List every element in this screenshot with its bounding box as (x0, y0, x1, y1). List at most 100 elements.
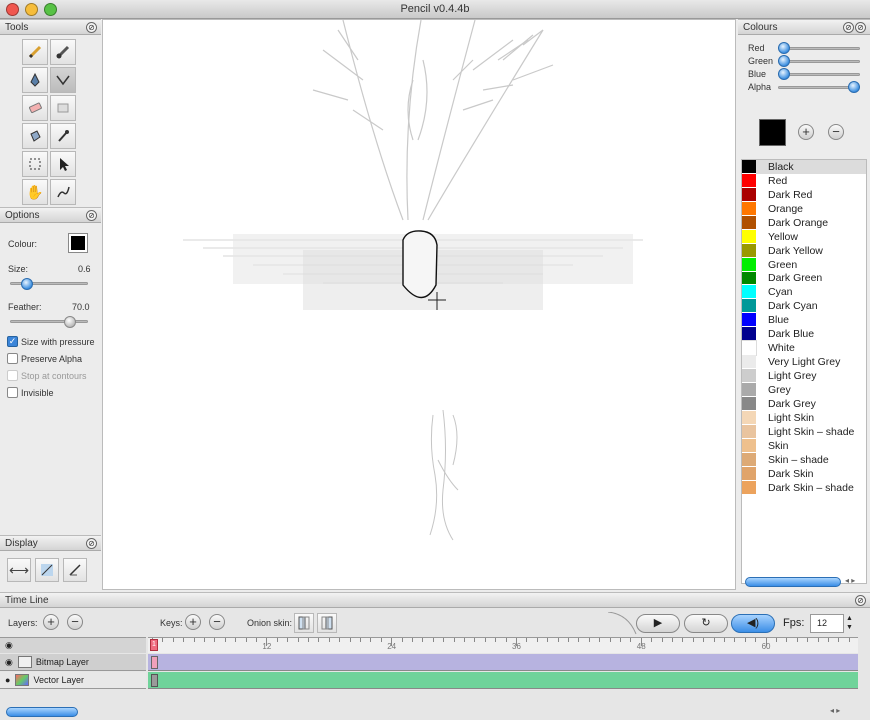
colour-swatch-button[interactable] (68, 233, 88, 253)
colour-list-item[interactable]: White (742, 340, 866, 357)
colour-slider-knob[interactable] (778, 42, 790, 54)
frame-ruler[interactable]: 12 24 36 48 60 (148, 637, 858, 653)
remove-layer-button[interactable]: − (67, 614, 83, 630)
colour-list-item[interactable]: Dark Skin – shade (742, 480, 866, 495)
layer-row-vector[interactable]: ● Vector Layer (0, 672, 146, 689)
current-frame-marker[interactable]: 1 (150, 639, 158, 651)
colour-slider-track[interactable] (778, 47, 860, 50)
hand-tool-icon[interactable]: ✋ (22, 179, 48, 205)
clear-tool-icon[interactable] (50, 95, 76, 121)
vector-keyframe[interactable] (151, 674, 158, 687)
colour-list-item[interactable]: Dark Red (742, 187, 866, 202)
colour-list-item[interactable]: Dark Blue (742, 327, 866, 342)
ruler-tick-label: 24 (387, 642, 397, 651)
eye-icon[interactable]: ◉ (5, 640, 13, 651)
colour-list-item[interactable]: Grey (742, 383, 866, 397)
invisible-checkbox[interactable]: Invisible (7, 387, 54, 398)
current-colour-swatch[interactable] (759, 119, 786, 146)
select-tool-icon[interactable] (22, 151, 48, 177)
fps-stepper[interactable]: ▲ ▼ (845, 614, 854, 633)
feather-slider-knob[interactable] (64, 316, 76, 328)
colour-list-item[interactable]: Light Skin – shade (742, 424, 866, 439)
colour-list-item[interactable]: Dark Cyan (742, 299, 866, 314)
colour-list-item[interactable]: Yellow (742, 229, 866, 244)
colour-list-item[interactable]: Orange (742, 201, 866, 216)
ruler-tick (505, 638, 507, 642)
colour-slider-track[interactable] (778, 60, 860, 63)
vector-layer-track[interactable] (148, 672, 858, 689)
panel-float-button[interactable]: ⊘ (86, 22, 97, 33)
panel-float-button[interactable]: ⊘ (843, 22, 854, 33)
flip-horizontal-icon[interactable]: ⟷ (7, 558, 31, 582)
colour-list-item[interactable]: Light Grey (742, 369, 866, 383)
feather-slider-track[interactable] (10, 320, 88, 323)
scroll-arrows-icon[interactable]: ◂ ▸ (845, 576, 855, 585)
fps-input[interactable]: 12 (810, 614, 844, 633)
preserve-alpha-checkbox[interactable]: Preserve Alpha (7, 353, 82, 364)
close-window-button[interactable] (6, 3, 19, 16)
add-layer-button[interactable]: + (43, 614, 59, 630)
onion-prev-icon[interactable] (294, 613, 314, 633)
stop-at-contours-checkbox[interactable]: Stop at contours (7, 370, 87, 381)
sound-button[interactable]: ◀) (731, 614, 775, 633)
panel-float-button[interactable]: ⊘ (86, 538, 97, 549)
eraser-tool-icon[interactable] (22, 95, 48, 121)
size-slider-knob[interactable] (21, 278, 33, 290)
brush-tool-icon[interactable] (50, 39, 76, 65)
colour-list-item[interactable]: Dark Grey (742, 396, 866, 411)
bitmap-layer-track[interactable] (148, 654, 858, 671)
colour-slider-knob[interactable] (848, 81, 860, 93)
add-key-button[interactable]: + (185, 614, 201, 630)
colour-list-item[interactable]: Blue (742, 313, 866, 328)
pen-tool-icon[interactable] (22, 67, 48, 93)
colour-slider-track[interactable] (778, 73, 860, 76)
drawing-canvas[interactable] (102, 19, 736, 590)
checkbox-label: Stop at contours (21, 370, 87, 381)
onion-next-icon[interactable] (317, 613, 337, 633)
outlines-icon[interactable] (63, 558, 87, 582)
polyline-tool-icon[interactable] (50, 67, 76, 93)
ruler-tick (651, 638, 653, 642)
loop-button[interactable]: ↻ (684, 614, 728, 633)
eyedropper-tool-icon[interactable] (50, 123, 76, 149)
colour-list-item[interactable]: Dark Orange (742, 215, 866, 230)
colour-slider-knob[interactable] (778, 68, 790, 80)
add-colour-button[interactable]: + (798, 124, 814, 140)
bitmap-keyframe[interactable] (151, 656, 158, 669)
zoom-window-button[interactable] (44, 3, 57, 16)
colour-list-item[interactable]: Dark Skin (742, 466, 866, 481)
visibility-icon[interactable]: ● (5, 675, 10, 685)
colour-list-item[interactable]: Red (742, 173, 866, 188)
visibility-icon[interactable]: ◉ (5, 657, 13, 668)
panel-float-button[interactable]: ⊘ (855, 595, 866, 606)
timeline-scrollbar[interactable] (6, 707, 78, 717)
bucket-tool-icon[interactable] (22, 123, 48, 149)
layer-row-bitmap[interactable]: ◉ Bitmap Layer (0, 654, 146, 671)
colour-list-item[interactable]: Dark Green (742, 271, 866, 286)
minimize-window-button[interactable] (25, 3, 38, 16)
colour-list-item[interactable]: Black (742, 160, 866, 174)
colour-list-item[interactable]: Skin (742, 438, 866, 453)
move-tool-icon[interactable] (50, 151, 76, 177)
colour-list-scrollbar[interactable] (745, 577, 841, 587)
colour-list-item[interactable]: Green (742, 257, 866, 272)
ruler-tick (713, 638, 715, 642)
colour-list[interactable]: Black Red Dark Red Orange Dark Orange Yellow D… (741, 159, 867, 584)
pencil-tool-icon[interactable] (22, 39, 48, 65)
size-with-pressure-checkbox[interactable]: ✓ Size with pressure (7, 336, 95, 347)
remove-key-button[interactable]: − (209, 614, 225, 630)
colour-list-item[interactable]: Dark Yellow (742, 243, 866, 258)
panel-float-button[interactable]: ⊘ (86, 210, 97, 221)
colour-slider-knob[interactable] (778, 55, 790, 67)
timeline-scroll-arrows-icon[interactable]: ◂ ▸ (830, 706, 840, 715)
colour-list-item[interactable]: Very Light Grey (742, 355, 866, 370)
colour-list-item[interactable]: Cyan (742, 285, 866, 300)
colour-list-item[interactable]: Skin – shade (742, 452, 866, 467)
play-button[interactable]: ▶ (636, 614, 680, 633)
ruler-tick (453, 638, 455, 642)
thin-lines-icon[interactable] (35, 558, 59, 582)
remove-colour-button[interactable]: − (828, 124, 844, 140)
panel-close-button[interactable]: ⊘ (855, 22, 866, 33)
smudge-tool-icon[interactable] (50, 179, 76, 205)
colour-list-item[interactable]: Light Skin (742, 410, 866, 425)
